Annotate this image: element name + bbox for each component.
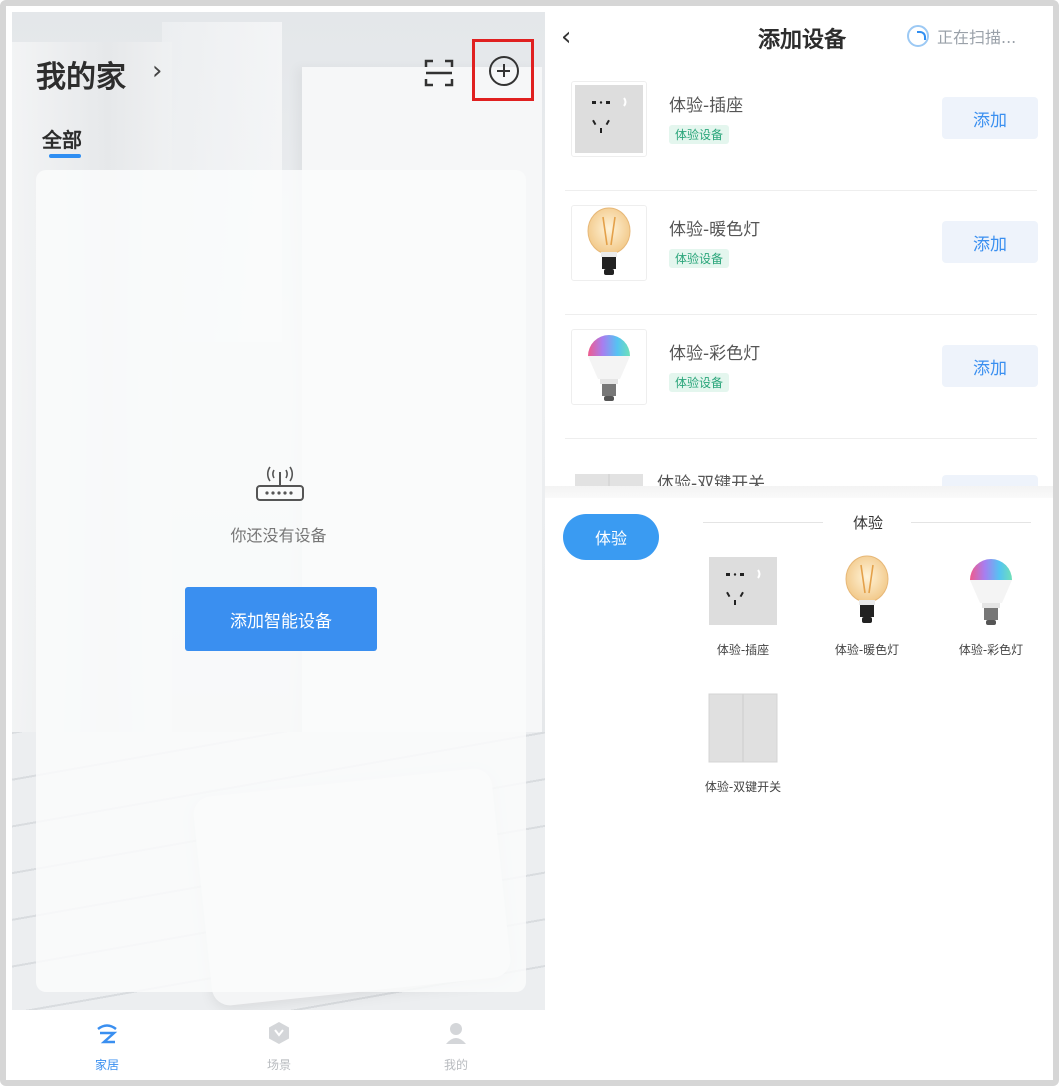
nav-profile-label: 我的 xyxy=(443,1058,468,1072)
home-title[interactable]: 我的家 xyxy=(36,52,126,96)
socket-icon xyxy=(575,85,643,153)
double-switch-icon xyxy=(575,474,643,487)
category-button-experience[interactable]: 体验 xyxy=(563,514,659,560)
device-row: 体验-暖色灯 体验设备 添加 xyxy=(565,191,1038,315)
device-name: 体验-插座 xyxy=(669,96,744,116)
grid-thumbnail xyxy=(707,692,779,764)
grid-item-label: 体验-双键开关 xyxy=(704,780,782,794)
section-title: 体验 xyxy=(852,514,883,532)
grid-item-label: 体验-彩色灯 xyxy=(958,643,1024,657)
device-tag: 体验设备 xyxy=(669,125,730,144)
grid-thumbnail xyxy=(707,555,779,627)
nav-home-label: 家居 xyxy=(94,1058,119,1072)
device-thumbnail xyxy=(571,453,647,487)
nav-scene[interactable]: 场景 xyxy=(239,1020,319,1073)
device-thumbnail xyxy=(571,81,647,157)
warm-bulb-icon xyxy=(587,207,631,275)
nav-scene-label: 场景 xyxy=(266,1058,291,1072)
device-thumbnail xyxy=(571,205,647,281)
router-icon xyxy=(256,466,304,501)
device-row: 体验-双键开关 xyxy=(565,439,1038,487)
grid-item-label: 体验-插座 xyxy=(716,643,770,657)
scan-status: 正在扫描... xyxy=(907,24,1016,48)
device-name: 体验-双键开关 xyxy=(657,474,766,487)
tab-active-indicator xyxy=(49,154,81,158)
scan-status-text: 正在扫描... xyxy=(937,28,1017,47)
home-cloud-icon xyxy=(97,1024,118,1044)
grid-thumbnail xyxy=(831,555,903,627)
device-card-panel xyxy=(36,170,526,992)
add-button[interactable]: 添加 xyxy=(942,221,1038,263)
nav-home[interactable]: 家居 xyxy=(67,1020,147,1073)
highlight-box xyxy=(472,39,534,101)
chevron-right-icon[interactable]: › xyxy=(152,56,162,86)
socket-icon xyxy=(709,557,777,625)
color-bulb-icon xyxy=(588,335,630,401)
device-name: 体验-彩色灯 xyxy=(669,344,761,364)
scanning-spinner-icon xyxy=(907,25,929,47)
grid-item-label: 体验-暖色灯 xyxy=(834,643,900,657)
section-line-left xyxy=(703,522,823,523)
warm-bulb-icon xyxy=(845,555,889,623)
scan-icon[interactable] xyxy=(422,56,456,90)
grid-item-color-bulb[interactable]: 体验-彩色灯 xyxy=(931,555,1051,658)
color-bulb-icon xyxy=(970,559,1012,625)
double-switch-icon xyxy=(708,693,778,763)
grid-item-socket[interactable]: 体验-插座 xyxy=(683,555,803,658)
device-tag: 体验设备 xyxy=(669,249,730,268)
add-button[interactable]: 添加 xyxy=(942,345,1038,387)
home-screen: 我的家 › 全部 你还没有设备 添加智能设备 家居 场景 我的 xyxy=(12,12,545,1080)
device-tag: 体验设备 xyxy=(669,373,730,392)
nav-profile[interactable]: 我的 xyxy=(416,1020,496,1073)
add-button[interactable]: 添加 xyxy=(942,97,1038,139)
device-thumbnail xyxy=(571,329,647,405)
add-smart-device-button[interactable]: 添加智能设备 xyxy=(185,587,377,651)
grid-item-warm-bulb[interactable]: 体验-暖色灯 xyxy=(807,555,927,658)
grid-thumbnail xyxy=(955,555,1027,627)
tab-all[interactable]: 全部 xyxy=(42,124,82,153)
discovered-device-list: 体验-插座 体验设备 添加 体验-暖色灯 体验设备 添加 体验-彩色灯 体验设备… xyxy=(545,67,1053,487)
screenshot-frame: 我的家 › 全部 你还没有设备 添加智能设备 家居 场景 我的 ‹ 添加设备 正… xyxy=(0,0,1059,1086)
add-device-screen: ‹ 添加设备 正在扫描... 体验-插座 体验设备 添加 体验-暖色灯 体验设备… xyxy=(545,12,1053,1080)
profile-icon xyxy=(446,1023,466,1044)
empty-state-text: 你还没有设备 xyxy=(230,526,327,545)
device-row: 体验-插座 体验设备 添加 xyxy=(565,67,1038,191)
device-name: 体验-暖色灯 xyxy=(669,220,761,240)
bottom-nav: 家居 场景 我的 xyxy=(12,1010,545,1080)
scene-icon xyxy=(269,1022,289,1044)
device-row: 体验-彩色灯 体验设备 添加 xyxy=(565,315,1038,439)
section-divider xyxy=(545,486,1053,498)
grid-item-double-switch[interactable]: 体验-双键开关 xyxy=(683,692,803,795)
section-line-right xyxy=(911,522,1031,523)
add-device-plus-icon[interactable] xyxy=(489,56,519,86)
